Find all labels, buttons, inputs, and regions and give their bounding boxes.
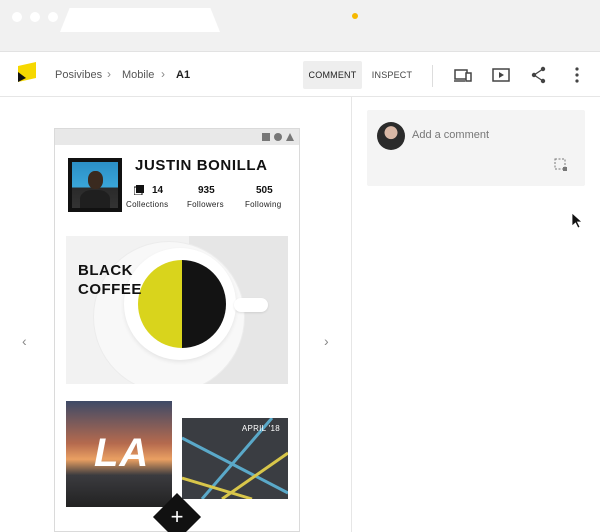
toolbar-divider [432, 65, 433, 87]
mouse-cursor-icon [572, 213, 584, 229]
la-post-image[interactable]: LA [66, 401, 172, 507]
collections-count: 14 [152, 185, 164, 196]
profile-avatar[interactable] [68, 158, 122, 212]
comment-mode-button[interactable]: COMMENT [303, 61, 362, 89]
triangle-icon [286, 133, 294, 141]
collections-icon [134, 185, 144, 195]
previous-screen-icon[interactable]: ‹ [22, 333, 27, 349]
browser-tab[interactable] [60, 8, 220, 32]
followers-label: Followers [187, 200, 224, 209]
following-label: Following [245, 200, 282, 209]
comment-notification-dot [352, 13, 358, 19]
status-bar [55, 129, 299, 145]
avatar-photo [72, 162, 118, 208]
collections-label: Collections [126, 200, 169, 209]
app-toolbar: Posivibes › Mobile › A1 COMMENT INSPECT [0, 53, 600, 97]
breadcrumb-screen: A1 [176, 69, 191, 81]
profile-name: JUSTIN BONILLA [135, 157, 268, 174]
square-icon [262, 133, 270, 141]
more-vertical-icon[interactable] [567, 65, 587, 85]
followers-count: 935 [198, 185, 215, 196]
inspect-mode-button[interactable]: INSPECT [366, 61, 418, 89]
play-prototype-icon[interactable] [491, 65, 511, 85]
breadcrumb-folder[interactable]: Mobile [122, 69, 154, 81]
chevron-right-icon: › [107, 67, 111, 81]
la-text: LA [94, 431, 150, 475]
share-icon[interactable] [529, 65, 549, 85]
comment-box [367, 110, 585, 186]
circle-icon [274, 133, 282, 141]
april-label: APRIL '18 [241, 424, 280, 433]
window-dot-close[interactable] [12, 12, 22, 22]
browser-chrome [0, 0, 600, 52]
next-screen-icon[interactable]: › [324, 333, 329, 349]
app-logo-icon[interactable] [16, 62, 38, 84]
plus-icon: + [170, 504, 184, 529]
device-preview-icon[interactable] [453, 65, 473, 85]
coffee-title: BLACK COFFEE [78, 262, 142, 298]
window-dot-maximize[interactable] [48, 12, 58, 22]
select-area-icon[interactable] [554, 158, 568, 172]
april-post-image[interactable]: APRIL '18 [182, 418, 288, 499]
comment-input[interactable] [412, 124, 572, 146]
user-avatar [377, 122, 405, 150]
following-count: 505 [256, 185, 273, 196]
breadcrumb-project[interactable]: Posivibes [55, 69, 102, 81]
window-dot-minimize[interactable] [30, 12, 40, 22]
chevron-right-icon: › [161, 67, 165, 81]
mobile-screen-preview: JUSTIN BONILLA 14 935 505 Collections Fo… [54, 128, 300, 532]
coffee-post-image[interactable]: BLACK COFFEE [66, 236, 288, 384]
